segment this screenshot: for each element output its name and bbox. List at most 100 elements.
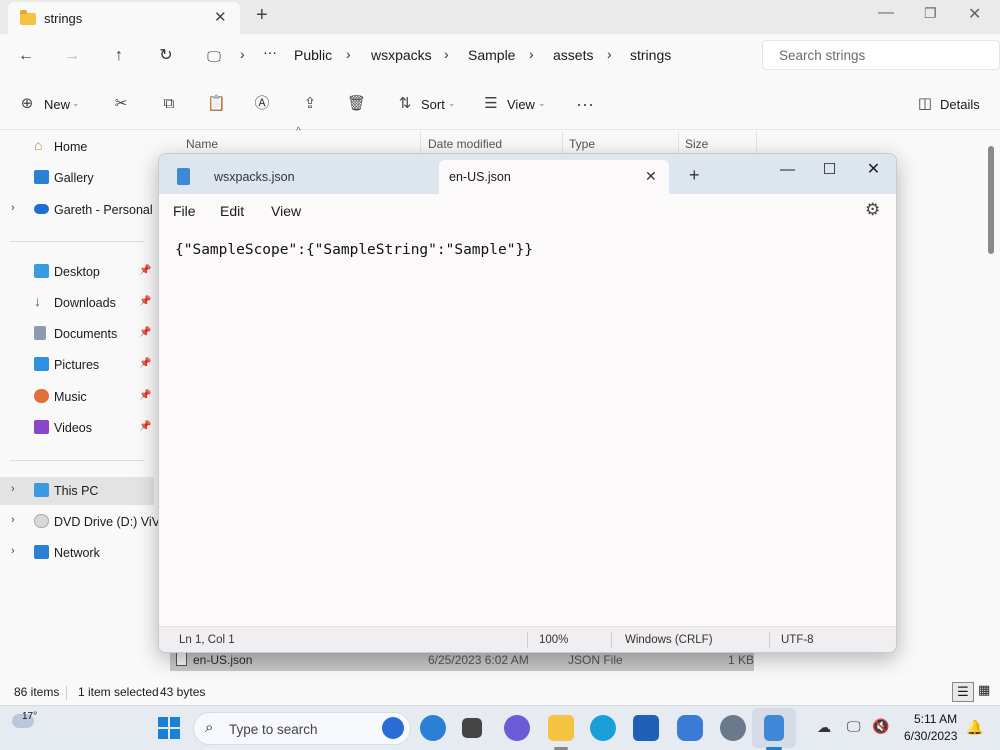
sidebar-item-onedrive[interactable]: › Gareth - Personal [0, 197, 154, 223]
column-type[interactable]: Type [569, 137, 595, 151]
edge-beta-icon[interactable] [420, 715, 446, 741]
sidebar-item-home[interactable]: ⌂ Home [0, 134, 154, 160]
file-explorer-icon[interactable] [548, 715, 574, 741]
close-window-icon[interactable]: ✕ [851, 154, 896, 186]
settings-gear-icon[interactable] [720, 715, 746, 741]
back-arrow-icon[interactable]: ← [14, 44, 38, 68]
weather-temp[interactable]: 17° [22, 711, 37, 722]
breadcrumb-strings[interactable]: strings [630, 47, 671, 63]
menu-file[interactable]: File [173, 203, 196, 219]
tab-en-us-json[interactable]: en-US.json ✕ [439, 160, 669, 194]
close-tab-icon[interactable]: ✕ [645, 168, 657, 185]
paste-icon[interactable]: 📋 [207, 95, 226, 113]
new-tab-icon[interactable]: + [689, 165, 700, 186]
sidebar-item-desktop[interactable]: Desktop 📌 [0, 259, 154, 285]
menu-edit[interactable]: Edit [220, 203, 244, 219]
vertical-scrollbar[interactable] [988, 146, 994, 254]
chevron-right-icon[interactable]: › [11, 202, 15, 214]
rename-icon[interactable]: Ⓐ [253, 95, 271, 113]
onedrive-cloud-icon[interactable]: ☁ [817, 719, 831, 736]
settings-gear-icon[interactable]: ⚙ [865, 200, 880, 220]
status-divider [527, 632, 528, 648]
sidebar-item-gallery[interactable]: Gallery [0, 165, 154, 191]
tiles-view-icon[interactable]: ▦ [978, 682, 990, 698]
edge-browser-icon[interactable] [590, 715, 616, 741]
sort-button[interactable]: Sort [421, 97, 445, 112]
close-tab-icon[interactable]: ✕ [214, 8, 227, 26]
chevron-right-icon[interactable]: › [11, 483, 15, 495]
search-input[interactable]: Search strings [762, 40, 1000, 70]
plus-circle-icon[interactable]: ⊕ [18, 95, 36, 113]
sidebar-item-videos[interactable]: Videos 📌 [0, 415, 154, 441]
breadcrumb-assets[interactable]: assets [553, 47, 593, 63]
clock-time[interactable]: 5:11 AM [914, 712, 957, 726]
column-date-modified[interactable]: Date modified [428, 137, 502, 151]
clock-date[interactable]: 6/30/2023 [904, 729, 957, 743]
column-name[interactable]: Name [186, 137, 218, 151]
sidebar-item-dvd-drive[interactable]: › DVD Drive (D:) ViVe [0, 509, 166, 535]
breadcrumb-sample[interactable]: Sample [468, 47, 515, 63]
refresh-icon[interactable]: ↻ [154, 44, 178, 68]
line-endings[interactable]: Windows (CRLF) [625, 634, 713, 646]
notification-bell-icon[interactable]: 🔔 [966, 719, 983, 736]
sidebar-item-music[interactable]: Music 📌 [0, 384, 154, 410]
search-placeholder: Search strings [779, 48, 866, 63]
sidebar-item-documents[interactable]: Documents 📌 [0, 321, 154, 347]
sidebar-item-pictures[interactable]: Pictures 📌 [0, 352, 154, 378]
forward-arrow-icon[interactable]: → [60, 44, 84, 68]
bing-icon[interactable] [382, 717, 404, 739]
minimize-icon[interactable]: — [878, 4, 894, 22]
pin-icon: 📌 [139, 296, 152, 307]
task-view-icon[interactable] [462, 718, 482, 738]
maximize-icon[interactable]: ☐ [807, 154, 852, 186]
explorer-tab-strings[interactable]: strings ✕ [8, 2, 240, 34]
chevron-right-icon[interactable]: › [11, 514, 15, 526]
sidebar-item-downloads[interactable]: ↓ Downloads 📌 [0, 290, 154, 316]
windows-start-icon[interactable] [158, 717, 180, 739]
column-size[interactable]: Size [685, 137, 708, 151]
breadcrumb-public[interactable]: Public [294, 47, 332, 63]
selection-size: 43 bytes [160, 685, 206, 699]
sidebar-item-label: Music [54, 390, 87, 404]
column-divider [678, 131, 679, 153]
up-arrow-icon[interactable]: ↑ [107, 44, 131, 68]
delete-icon[interactable]: 🗑 [347, 95, 366, 113]
store-icon[interactable] [633, 715, 659, 741]
network-display-icon[interactable]: 🖵 [847, 718, 861, 735]
teams-chat-icon[interactable] [504, 715, 530, 741]
new-button[interactable]: New [44, 97, 70, 112]
restore-icon[interactable]: ❐ [924, 5, 937, 22]
view-button[interactable]: View [507, 97, 535, 112]
explorer-status-bar: 86 items 1 item selected 43 bytes ☰ ▦ [0, 681, 1000, 705]
breadcrumb-wsxpacks[interactable]: wsxpacks [371, 47, 432, 63]
chevron-right-icon[interactable]: › [11, 545, 15, 557]
encoding[interactable]: UTF-8 [781, 634, 814, 646]
sort-icon[interactable]: ⇅ [396, 95, 414, 113]
details-pane-icon[interactable]: ◫ [916, 95, 934, 113]
details-button[interactable]: Details [940, 97, 980, 112]
status-divider [611, 632, 612, 648]
sidebar-divider [10, 241, 144, 242]
notepad-icon[interactable] [764, 715, 784, 741]
file-size: 1 KB [728, 653, 755, 667]
cut-icon[interactable]: ✂ [112, 95, 130, 113]
zoom-level[interactable]: 100% [539, 634, 568, 646]
view-icon[interactable]: ☰ [482, 95, 500, 113]
sidebar-item-this-pc[interactable]: › This PC [0, 477, 154, 505]
taskbar-search-input[interactable]: ⌕ Type to search [193, 712, 411, 745]
editor-text[interactable]: {"SampleScope":{"SampleString":"Sample"}… [175, 242, 533, 258]
sidebar-item-network[interactable]: › Network [0, 540, 154, 566]
minimize-icon[interactable]: — [765, 154, 810, 186]
share-icon[interactable]: ⇪ [301, 95, 319, 113]
tab-wsxpacks-json[interactable]: wsxpacks.json [167, 160, 437, 194]
computer-icon[interactable]: 🖵 [202, 44, 226, 68]
more-options-icon[interactable]: ··· [576, 95, 594, 113]
new-tab-icon[interactable]: + [256, 4, 268, 27]
close-window-icon[interactable]: ✕ [968, 4, 981, 24]
more-crumbs-icon[interactable]: ··· [263, 44, 277, 60]
volume-muted-icon[interactable]: 🔇 [872, 718, 889, 735]
dev-home-icon[interactable] [677, 715, 703, 741]
menu-view[interactable]: View [271, 203, 301, 219]
copy-icon[interactable]: ⧉ [160, 95, 178, 113]
details-view-icon[interactable]: ☰ [952, 682, 974, 702]
